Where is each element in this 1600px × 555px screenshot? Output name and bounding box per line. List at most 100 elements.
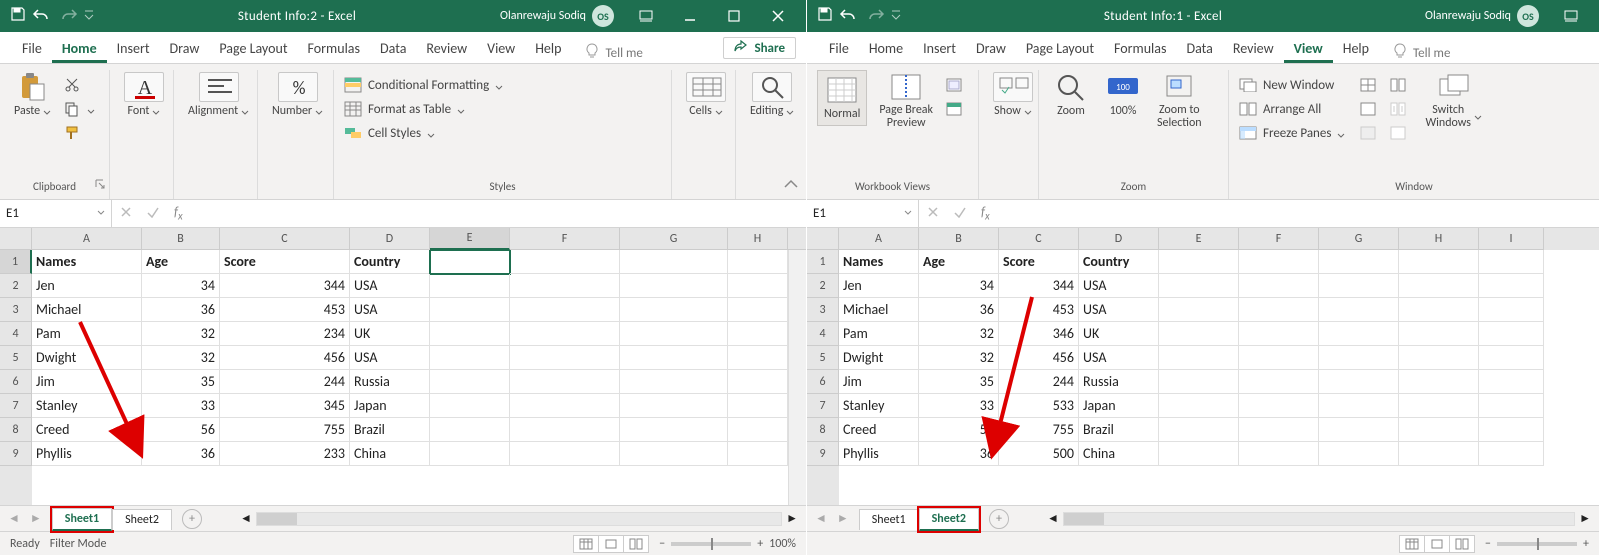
cell[interactable] <box>1399 418 1479 442</box>
cell[interactable]: Country <box>350 250 430 274</box>
tell-me[interactable]: Tell me <box>1393 43 1450 63</box>
menu-home[interactable]: Home <box>859 35 913 63</box>
cell[interactable]: Michael <box>32 298 142 322</box>
cell[interactable]: 453 <box>220 298 350 322</box>
cell[interactable]: 500 <box>999 442 1079 466</box>
cell[interactable]: Japan <box>1079 394 1159 418</box>
cell[interactable] <box>1479 250 1544 274</box>
user-account[interactable]: Olanrewaju Sodiq OS <box>500 5 614 27</box>
cut-button[interactable] <box>63 74 95 96</box>
cell[interactable]: UK <box>1079 322 1159 346</box>
cell[interactable]: 233 <box>220 442 350 466</box>
cell[interactable] <box>1159 250 1239 274</box>
cell[interactable]: USA <box>350 298 430 322</box>
cell[interactable] <box>1239 250 1319 274</box>
save-icon[interactable] <box>10 6 26 26</box>
column-header[interactable]: B <box>142 228 220 250</box>
row-header[interactable]: 1 <box>807 250 839 274</box>
freeze-panes-button[interactable]: Freeze Panes <box>1239 122 1345 144</box>
normal-view-button[interactable]: Normal <box>817 70 867 126</box>
cell[interactable] <box>430 298 510 322</box>
cell[interactable] <box>620 274 728 298</box>
sheet-tab-sheet1[interactable]: Sheet1 <box>52 508 112 531</box>
column-header[interactable]: H <box>1399 228 1479 250</box>
qat-dropdown-icon[interactable] <box>84 9 94 24</box>
cell[interactable]: Jen <box>32 274 142 298</box>
cell[interactable]: Age <box>142 250 220 274</box>
cell[interactable] <box>1479 442 1544 466</box>
cell[interactable]: Japan <box>350 394 430 418</box>
cell[interactable]: Score <box>220 250 350 274</box>
ribbon-display-icon[interactable] <box>1549 0 1593 32</box>
view-side-by-side-button[interactable] <box>1389 74 1407 96</box>
cell[interactable]: 346 <box>999 322 1079 346</box>
cell[interactable]: 35 <box>142 370 220 394</box>
cell[interactable]: USA <box>1079 298 1159 322</box>
reset-window-button[interactable] <box>1389 122 1407 144</box>
menu-draw[interactable]: Draw <box>160 35 210 63</box>
zoom-button[interactable]: Zoom <box>1049 70 1093 120</box>
cell[interactable]: Michael <box>839 298 919 322</box>
menu-data[interactable]: Data <box>370 35 416 63</box>
cell[interactable] <box>1159 274 1239 298</box>
editing-group[interactable]: Editing <box>746 70 798 120</box>
row-header[interactable]: 6 <box>0 370 32 394</box>
split-button[interactable] <box>1359 74 1377 96</box>
cell[interactable] <box>1239 394 1319 418</box>
cell[interactable] <box>620 394 728 418</box>
spreadsheet-grid[interactable]: ABCDEFGH 123456789 NamesAgeScoreCountryJ… <box>0 228 806 505</box>
cell[interactable]: Pam <box>32 322 142 346</box>
cell[interactable]: 34 <box>919 274 999 298</box>
cell[interactable] <box>1399 370 1479 394</box>
cell[interactable] <box>1159 394 1239 418</box>
format-as-table-button[interactable]: Format as Table <box>344 98 503 120</box>
cell[interactable]: Age <box>919 250 999 274</box>
cell[interactable] <box>620 250 728 274</box>
zoom-slider[interactable]: − + <box>1485 537 1589 551</box>
cell[interactable]: Phyllis <box>32 442 142 466</box>
normal-view-icon[interactable] <box>1399 535 1425 553</box>
cell[interactable]: Names <box>839 250 919 274</box>
cell[interactable] <box>1319 394 1399 418</box>
column-header[interactable]: E <box>430 228 510 250</box>
cell[interactable] <box>1399 394 1479 418</box>
cell[interactable] <box>728 274 788 298</box>
cell[interactable]: 56 <box>919 418 999 442</box>
cell[interactable] <box>620 322 728 346</box>
menu-view[interactable]: View <box>477 35 525 63</box>
unhide-button[interactable] <box>1359 122 1377 144</box>
page-layout-view-icon[interactable] <box>598 535 624 553</box>
cell[interactable]: 344 <box>999 274 1079 298</box>
normal-view-icon[interactable] <box>573 535 599 553</box>
cell[interactable] <box>1319 298 1399 322</box>
user-account[interactable]: Olanrewaju Sodiq OS <box>1425 5 1539 27</box>
cell[interactable] <box>510 394 620 418</box>
custom-views-button[interactable] <box>945 98 963 120</box>
zoom-100-button[interactable]: 100 100% <box>1101 70 1145 120</box>
add-sheet-button[interactable]: + <box>182 509 202 529</box>
cell[interactable] <box>510 322 620 346</box>
cell[interactable]: China <box>1079 442 1159 466</box>
column-header[interactable]: F <box>1239 228 1319 250</box>
cell[interactable]: Dwight <box>839 346 919 370</box>
cell[interactable]: 755 <box>220 418 350 442</box>
page-break-view-icon[interactable] <box>623 535 649 553</box>
cells-group[interactable]: Cells <box>682 70 730 120</box>
cell[interactable] <box>1319 418 1399 442</box>
cell[interactable] <box>510 442 620 466</box>
zoom-level[interactable]: 100% <box>769 537 796 551</box>
cell[interactable]: Brazil <box>350 418 430 442</box>
cell[interactable]: 36 <box>919 442 999 466</box>
arrange-all-button[interactable]: Arrange All <box>1239 98 1345 120</box>
menu-page-layout[interactable]: Page Layout <box>1016 35 1104 63</box>
cell[interactable] <box>510 274 620 298</box>
cell[interactable]: 36 <box>142 442 220 466</box>
cell[interactable] <box>1159 322 1239 346</box>
qat-dropdown-icon[interactable] <box>891 9 901 24</box>
prev-sheet-icon[interactable]: ◄ <box>815 511 827 526</box>
column-header[interactable]: A <box>839 228 919 250</box>
cell[interactable] <box>1479 394 1544 418</box>
tell-me[interactable]: Tell me <box>585 43 642 63</box>
cell[interactable]: Names <box>32 250 142 274</box>
row-header[interactable]: 8 <box>807 418 839 442</box>
